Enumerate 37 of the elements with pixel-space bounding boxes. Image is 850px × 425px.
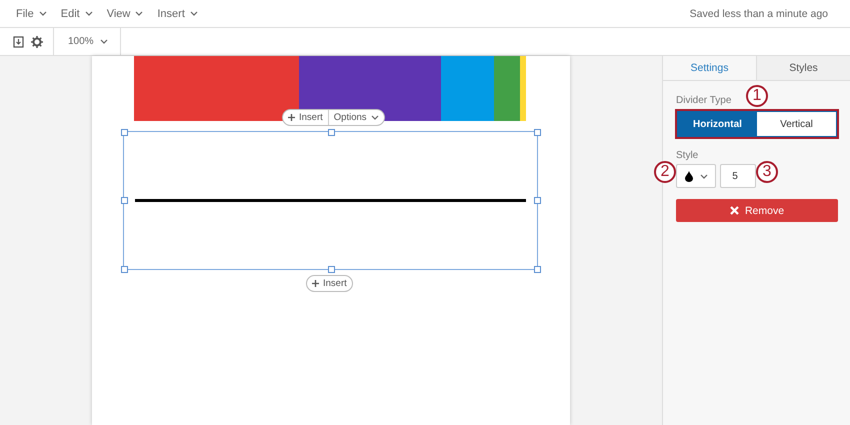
plus-icon <box>312 280 319 287</box>
resize-handle[interactable] <box>121 129 128 136</box>
menu-item[interactable]: Edit <box>60 8 93 20</box>
style-dropdown[interactable] <box>676 164 716 188</box>
toggle-option[interactable]: Horizontal <box>678 112 757 136</box>
plus-icon <box>288 114 295 121</box>
download-icon[interactable] <box>13 36 24 48</box>
close-icon <box>730 206 739 215</box>
menu-item[interactable]: View <box>106 8 144 20</box>
save-status: Saved less than a minute ago <box>690 8 829 20</box>
field-label: Divider Type <box>676 95 732 106</box>
resize-handle[interactable] <box>534 197 541 204</box>
caret-icon <box>100 39 108 44</box>
resize-handle[interactable] <box>121 197 128 204</box>
settings-icon[interactable] <box>31 36 43 48</box>
caret-icon <box>84 11 93 16</box>
caret-icon <box>38 11 47 16</box>
resize-handle[interactable] <box>328 129 335 136</box>
insert-button[interactable]: Insert <box>307 276 352 291</box>
caret-icon <box>135 11 144 16</box>
options-button[interactable]: Options <box>328 110 384 125</box>
drop-icon <box>684 170 692 182</box>
caret-icon <box>370 115 379 120</box>
menu-item[interactable]: File <box>16 8 47 20</box>
insert-button[interactable]: Insert <box>283 110 328 125</box>
remove-button[interactable]: Remove <box>676 199 838 222</box>
resize-handle[interactable] <box>534 129 541 136</box>
resize-handle[interactable] <box>121 266 128 273</box>
resize-handle[interactable] <box>328 266 335 273</box>
resize-handle[interactable] <box>534 266 541 273</box>
caret-icon <box>190 11 198 16</box>
field-label: Style <box>676 150 698 161</box>
width-field[interactable]: 5 <box>720 164 756 188</box>
zoom-dropdown[interactable]: 100% <box>54 28 121 55</box>
caret-icon <box>700 174 708 178</box>
panel-tab[interactable]: Styles <box>756 56 850 80</box>
menu-item[interactable]: Insert <box>157 8 198 20</box>
